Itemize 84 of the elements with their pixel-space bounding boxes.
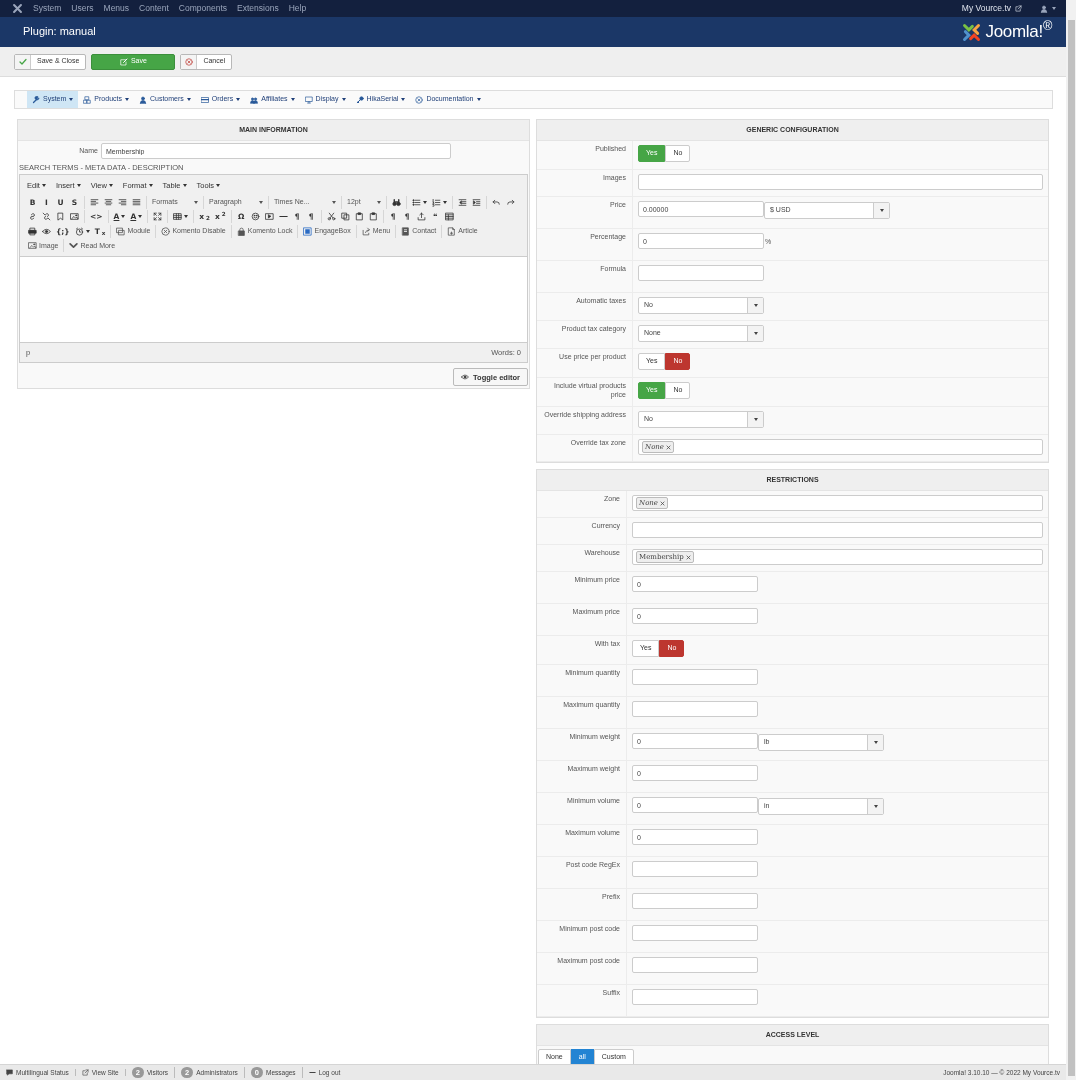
caret-icon bbox=[186, 98, 191, 101]
menu-item[interactable]: Help bbox=[288, 3, 307, 14]
cross-icon bbox=[660, 500, 665, 506]
credit-card-icon bbox=[200, 95, 209, 104]
caret-icon bbox=[194, 200, 198, 204]
text-field[interactable] bbox=[632, 925, 758, 941]
caret-icon bbox=[873, 805, 878, 808]
table-icon bbox=[173, 212, 183, 222]
site-link[interactable]: My Vource.tv bbox=[961, 3, 1022, 14]
book-icon bbox=[401, 226, 411, 236]
user-menu[interactable] bbox=[1040, 4, 1056, 13]
caret-icon bbox=[148, 183, 153, 187]
menu-item[interactable]: Extensions bbox=[237, 3, 279, 14]
window-icon bbox=[116, 226, 126, 236]
text-field[interactable] bbox=[632, 989, 758, 1005]
scrollbar[interactable] bbox=[1066, 0, 1076, 1080]
caret-icon bbox=[236, 98, 241, 101]
caret-icon bbox=[377, 200, 381, 204]
eye-icon bbox=[461, 373, 470, 381]
caret-icon bbox=[124, 98, 129, 101]
cross-icon bbox=[666, 444, 671, 450]
caret-icon bbox=[423, 200, 427, 204]
image-icon bbox=[28, 241, 37, 251]
caret-icon bbox=[108, 183, 113, 187]
minus-icon bbox=[308, 1069, 316, 1076]
text-field[interactable] bbox=[632, 893, 758, 909]
caret-icon bbox=[69, 98, 74, 101]
wrench-icon bbox=[32, 95, 40, 104]
numbered-list-icon bbox=[432, 197, 441, 207]
text-field[interactable] bbox=[638, 174, 1043, 190]
text-field[interactable] bbox=[632, 669, 758, 685]
caret-icon bbox=[401, 98, 406, 101]
caret-icon bbox=[138, 215, 143, 219]
caret-icon bbox=[1052, 7, 1056, 10]
text-field[interactable] bbox=[632, 957, 758, 973]
menu-item[interactable]: Components bbox=[178, 3, 228, 14]
caret-icon bbox=[216, 183, 221, 187]
external-link-icon bbox=[81, 1069, 89, 1076]
caret-icon bbox=[41, 183, 46, 187]
caret-icon bbox=[753, 304, 758, 307]
text-field[interactable] bbox=[638, 265, 764, 281]
caret-icon bbox=[341, 98, 346, 101]
caret-icon bbox=[184, 215, 189, 219]
bullet-list-icon bbox=[412, 197, 421, 207]
user-icon bbox=[1040, 4, 1048, 13]
share-icon bbox=[361, 226, 371, 236]
caret-icon bbox=[873, 741, 878, 744]
menu-item[interactable]: Content bbox=[139, 3, 169, 14]
caret-icon bbox=[332, 200, 336, 204]
caret-icon bbox=[443, 200, 447, 204]
caret-icon bbox=[121, 215, 126, 219]
external-link-icon bbox=[1015, 5, 1022, 12]
menu-item[interactable]: Users bbox=[71, 3, 94, 14]
document-icon bbox=[447, 226, 457, 236]
text-field[interactable] bbox=[632, 522, 1043, 538]
caret-icon bbox=[753, 418, 758, 421]
page-title: Plugin: manual bbox=[23, 25, 96, 39]
key-icon bbox=[355, 95, 364, 104]
lock-icon bbox=[236, 226, 246, 236]
text-field[interactable] bbox=[632, 701, 758, 717]
chevron-down-icon bbox=[69, 241, 79, 251]
comment-icon bbox=[6, 1069, 13, 1076]
caret-icon bbox=[259, 200, 263, 204]
logo-text: Joomla!$^{®}$ bbox=[985, 21, 1052, 43]
menu-item[interactable]: System bbox=[33, 3, 62, 14]
user-icon bbox=[138, 95, 147, 104]
square-icon bbox=[303, 226, 313, 236]
caret-icon bbox=[879, 209, 884, 212]
users-icon bbox=[250, 95, 259, 104]
caret-icon bbox=[182, 183, 187, 187]
menu-item[interactable]: Menus bbox=[103, 3, 130, 14]
clock-icon bbox=[74, 226, 84, 236]
caret-icon bbox=[476, 98, 481, 101]
cubes-icon bbox=[83, 95, 92, 104]
scrollbar-thumb[interactable] bbox=[1067, 20, 1075, 1076]
monitor-icon bbox=[304, 95, 313, 104]
caret-icon bbox=[76, 183, 81, 187]
cross-icon bbox=[685, 554, 691, 560]
check-icon bbox=[18, 57, 27, 66]
edit-icon bbox=[119, 57, 128, 66]
caret-icon bbox=[753, 332, 758, 335]
text-field[interactable] bbox=[632, 861, 758, 877]
caret-icon bbox=[85, 229, 90, 233]
caret-icon bbox=[290, 98, 295, 101]
